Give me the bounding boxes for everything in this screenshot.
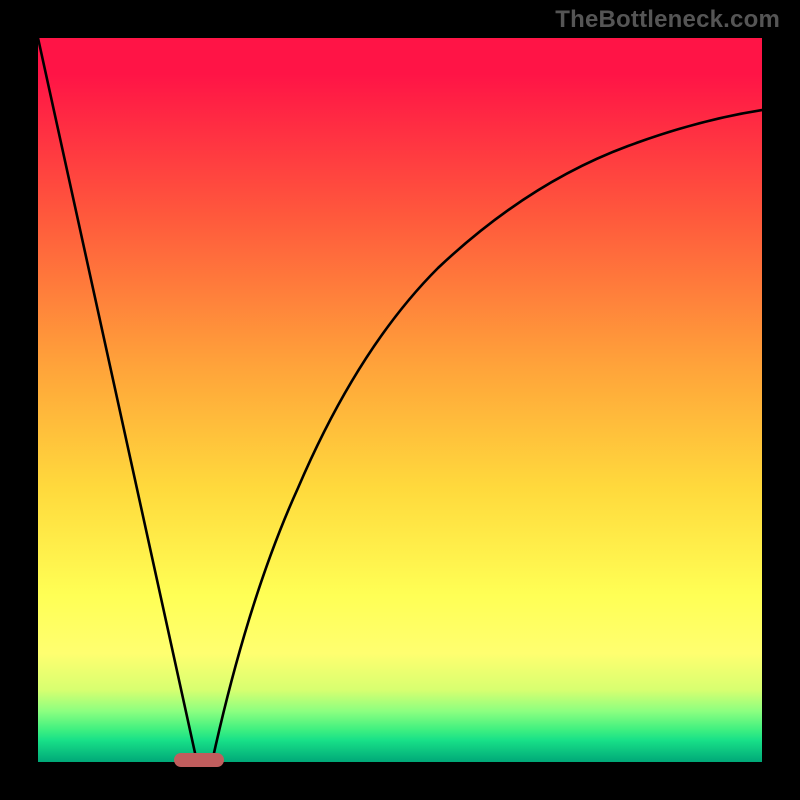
attribution-text: TheBottleneck.com (555, 6, 780, 34)
optimal-marker (174, 753, 224, 767)
chart-frame: TheBottleneck.com (0, 0, 800, 800)
curve-left-branch (38, 38, 197, 762)
bottleneck-curve (38, 38, 762, 762)
curve-right-branch (212, 110, 762, 762)
plot-area (38, 38, 762, 762)
